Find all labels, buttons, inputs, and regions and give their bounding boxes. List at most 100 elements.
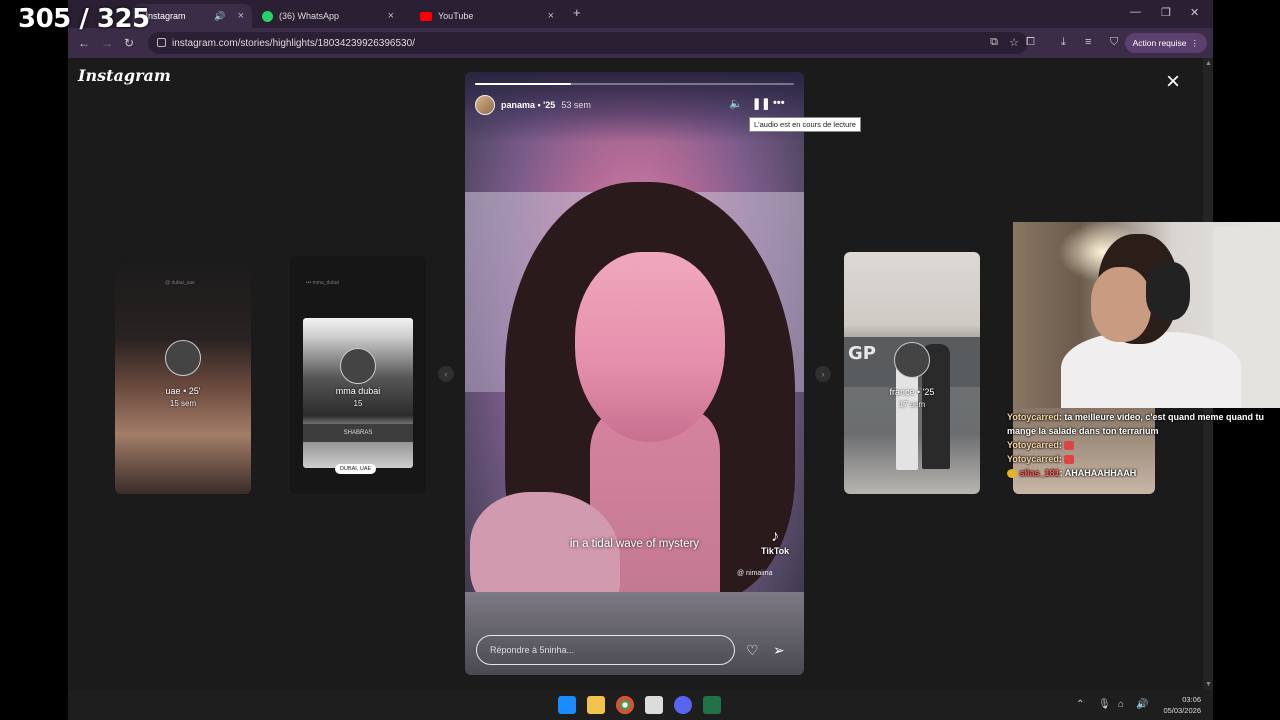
streamer-shirt — [1061, 332, 1241, 408]
action-required-button[interactable]: Action requise ⋮ — [1124, 33, 1207, 53]
story-label: mma dubai — [335, 386, 381, 396]
story-age: 15 sem — [169, 399, 197, 408]
tiktok-icon: ♪ — [771, 528, 780, 545]
chat-message: Yotoycarred: — [1007, 452, 1277, 466]
story-username[interactable]: panama • '25 — [501, 100, 555, 110]
share-send-icon[interactable]: ➢ — [773, 642, 785, 659]
next-story-button[interactable]: › — [815, 366, 831, 382]
restore-icon[interactable]: ❐ — [1161, 6, 1171, 19]
like-heart-icon[interactable]: ♡ — [746, 642, 759, 659]
tab-whatsapp[interactable]: (36) WhatsApp × — [254, 4, 402, 28]
chat-text: AHAHAAHHAAH — [1064, 468, 1137, 478]
story-preview-mma-dubai[interactable]: ••• mma_dubai mma dubai 15 SHABRAS DUBAI… — [290, 256, 426, 494]
windows-taskbar: ⌃ 🎙 ⌂ 🔊 03:06 05/03/2026 — [68, 690, 1213, 720]
tiktok-watermark: ♪ TikTok — [761, 528, 789, 556]
tab-label: YouTube — [438, 11, 474, 21]
stream-chat: Yotoycarred: ta meilleure video, c'est q… — [1007, 410, 1277, 480]
screen: 305 / 325 - Instagram 🔊 × (36) WhatsApp … — [0, 0, 1280, 720]
forward-icon[interactable]: → — [101, 36, 113, 50]
close-tab-icon[interactable]: × — [548, 10, 554, 22]
address-bar[interactable]: instagram.com/stories/highlights/1803423… — [148, 32, 1028, 54]
story-top-text: ••• mma_dubai — [306, 280, 339, 286]
network-icon[interactable]: ⌂ — [1118, 699, 1124, 710]
pause-icon[interactable]: ❚❚ — [752, 97, 770, 110]
whatsapp-icon — [262, 10, 273, 22]
story-top-text: @ dubai_uae — [165, 280, 195, 286]
chat-username: Yotoycarred — [1007, 440, 1059, 450]
more-options-icon[interactable]: ••• — [773, 97, 785, 109]
chrome-icon[interactable] — [616, 696, 634, 714]
chat-message: Yotoycarred: ta meilleure video, c'est q… — [1007, 412, 1265, 436]
headset-icon — [1146, 262, 1190, 320]
avatar — [340, 348, 376, 384]
emote-icon — [1064, 455, 1075, 465]
chat-username: silas_181 — [1019, 468, 1060, 478]
clock-date: 05/03/2026 — [1163, 706, 1201, 715]
microphone-icon[interactable]: 🎙 — [1098, 699, 1111, 710]
story-preview-uae[interactable]: @ dubai_uae uae • 25' 15 sem — [115, 256, 251, 494]
story-preview-france[interactable]: GP france • '25 17 sem — [844, 252, 980, 494]
close-window-icon[interactable]: ✕ — [1190, 6, 1199, 19]
chat-username: Yotoycarred — [1007, 454, 1059, 464]
story-subject-face — [575, 252, 725, 442]
scroll-down-icon[interactable]: ▼ — [1205, 681, 1212, 688]
tab-label: (36) WhatsApp — [279, 11, 340, 21]
counter-overlay: 305 / 325 — [18, 4, 150, 34]
location-badge: DUBAI, UAE — [335, 464, 377, 474]
close-tab-icon[interactable]: × — [238, 10, 244, 22]
chat-username: Yotoycarred — [1007, 412, 1059, 422]
avatar — [165, 340, 201, 376]
browser-tabbar: - Instagram 🔊 × (36) WhatsApp × YouTube … — [68, 0, 1213, 28]
new-tab-button[interactable]: + — [573, 5, 581, 20]
tray-chevron-icon[interactable]: ⌃ — [1076, 699, 1084, 710]
story-banner: SHABRAS — [303, 424, 413, 442]
speaker-icon[interactable]: 🔊 — [214, 11, 225, 22]
url-text: instagram.com/stories/highlights/1803423… — [172, 37, 415, 49]
close-tab-icon[interactable]: × — [388, 10, 394, 22]
download-icon[interactable]: ⤓ — [1061, 36, 1066, 49]
streamer-webcam — [1013, 222, 1280, 408]
tiktok-label: TikTok — [761, 546, 790, 556]
tab-youtube[interactable]: YouTube × — [412, 4, 562, 28]
store-icon[interactable] — [645, 696, 663, 714]
audio-tooltip: L'audio est en cours de lecture — [749, 117, 861, 132]
bookmark-star-icon[interactable]: ☆ — [1009, 36, 1019, 49]
back-icon[interactable]: ← — [78, 36, 90, 50]
instagram-logo[interactable]: Instagram — [78, 66, 171, 85]
story-age: 17 sem — [898, 400, 926, 409]
system-clock[interactable]: 03:06 05/03/2026 — [1163, 694, 1201, 716]
chat-message: Yotoycarred: — [1007, 438, 1277, 452]
cast-icon[interactable]: ⧉ — [990, 36, 998, 49]
tab-instagram[interactable]: - Instagram 🔊 × — [132, 4, 252, 28]
story-age: 15 — [353, 399, 363, 408]
reload-icon[interactable]: ↻ — [124, 36, 134, 50]
clock-time: 03:06 — [1182, 695, 1201, 704]
excel-icon[interactable] — [703, 696, 721, 714]
tiktok-username: @ nimaima — [737, 570, 773, 577]
close-story-icon[interactable]: × — [1166, 70, 1180, 94]
scroll-up-icon[interactable]: ▲ — [1205, 60, 1212, 67]
active-story[interactable]: panama • '25 53 sem 🔈 ❚❚ ••• in a tidal … — [465, 72, 804, 675]
story-label: france • '25 — [889, 387, 935, 397]
windows-start-icon[interactable] — [558, 696, 576, 714]
reply-input[interactable]: Répondre à 5ninha... — [476, 635, 735, 665]
story-progress-fill — [475, 83, 571, 85]
video-caption: in a tidal wave of mystery — [569, 538, 700, 550]
story-time: 53 sem — [561, 100, 591, 110]
avatar[interactable] — [475, 95, 495, 115]
file-explorer-icon[interactable] — [587, 696, 605, 714]
site-info-icon[interactable] — [157, 38, 166, 47]
volume-icon[interactable]: 🔈 — [729, 97, 743, 110]
avatar — [894, 342, 930, 378]
gym-sign-text: GP — [848, 343, 876, 364]
browser-toolbar: ← → ↻ instagram.com/stories/highlights/1… — [68, 28, 1213, 58]
previous-story-button[interactable]: ‹ — [438, 366, 454, 382]
speaker-icon[interactable]: 🔊 — [1136, 699, 1148, 710]
media-controls-icon[interactable]: ≡ — [1085, 36, 1091, 48]
extensions-icon[interactable]: ⧠ — [1026, 36, 1035, 49]
discord-icon[interactable] — [674, 696, 692, 714]
minimize-icon[interactable]: — — [1130, 6, 1141, 18]
shield-icon[interactable]: ⛉ — [1110, 36, 1118, 49]
story-header: panama • '25 53 sem — [475, 95, 591, 115]
emote-icon — [1064, 441, 1075, 451]
